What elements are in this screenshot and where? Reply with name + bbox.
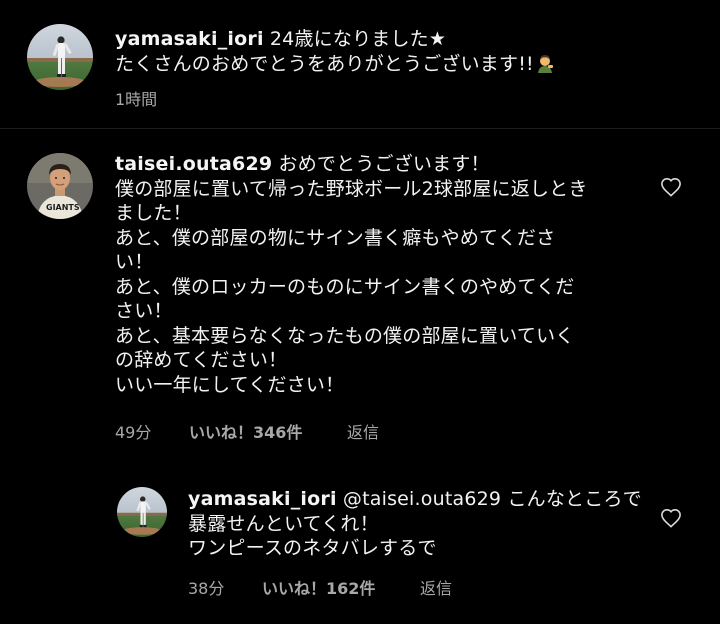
like-heart-icon[interactable] (660, 177, 682, 197)
like-count-link[interactable]: いいね！162件 (262, 575, 420, 599)
comment-username[interactable]: yamasaki_iori (115, 28, 264, 50)
like-count-link[interactable]: いいね！346件 (189, 419, 347, 443)
person-gesturing-emoji (534, 53, 556, 80)
comment-meta: 38分 いいね！162件 返信 (188, 575, 452, 599)
comment-timestamp: 49分 (115, 423, 152, 442)
avatar[interactable] (117, 487, 167, 537)
comment-body: おめでとうございます！ 僕の部屋に置いて帰った野球ボール2球部屋に返しとき まし… (115, 153, 588, 396)
comment-meta: 1時間 (115, 86, 157, 110)
comment-timestamp: 38分 (188, 579, 225, 598)
reply-button[interactable]: 返信 (347, 419, 379, 443)
comment-text: yamasaki_iori @taisei.outa629 こんなところで 暴露… (188, 487, 658, 561)
like-heart-icon[interactable] (660, 508, 682, 528)
comment-text: yamasaki_iori 24歳になりました★ たくさんのおめでとうをありがと… (115, 27, 675, 79)
avatar-player-portrait-image: GIANTS (27, 153, 93, 219)
avatar-baseball-player-image (27, 24, 93, 90)
comment-meta: 49分 いいね！346件 返信 (115, 419, 379, 443)
avatar[interactable]: GIANTS (27, 153, 93, 219)
comment-timestamp: 1時間 (115, 90, 158, 109)
comment-username[interactable]: taisei.outa629 (115, 153, 272, 175)
reply-button[interactable]: 返信 (420, 575, 452, 599)
divider (0, 128, 720, 129)
svg-text:GIANTS: GIANTS (46, 203, 80, 212)
avatar-baseball-player-image (117, 487, 167, 537)
comment-username[interactable]: yamasaki_iori (188, 488, 337, 510)
comment-text: taisei.outa629 おめでとうございます！ 僕の部屋に置いて帰った野球… (115, 152, 655, 397)
avatar[interactable] (27, 24, 93, 90)
